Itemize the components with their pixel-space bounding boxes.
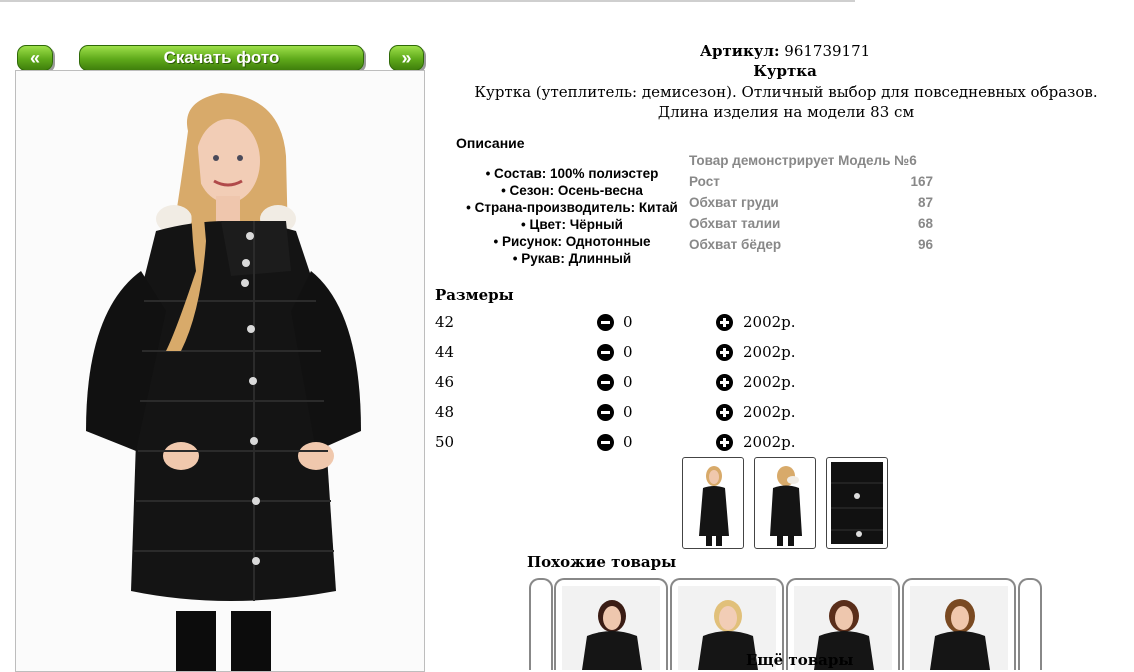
article-line: Артикул: 961739171 <box>690 42 880 60</box>
feature-item: Состав: 100% полиэстер <box>452 165 692 182</box>
model-row-label: Рост <box>689 174 720 189</box>
quantity-value: 0 <box>623 433 633 451</box>
thumbnail-image <box>770 466 802 546</box>
price-value: 2002р. <box>743 403 796 421</box>
plus-icon[interactable] <box>716 344 733 361</box>
price-value: 2002р. <box>743 313 796 331</box>
more-items-link[interactable]: Ещё товары <box>746 651 853 669</box>
similar-item[interactable] <box>554 578 668 670</box>
thumbnail-image <box>831 462 883 544</box>
product-description: Куртка (утеплитель: демисезон). Отличный… <box>474 83 1098 121</box>
model-row-value: 96 <box>917 237 933 252</box>
thumbnail-back[interactable] <box>754 457 816 549</box>
model-row-value: 87 <box>917 195 933 210</box>
feature-item: Цвет: Чёрный <box>452 216 692 233</box>
minus-icon[interactable] <box>597 314 614 331</box>
carousel-next[interactable] <box>1018 578 1042 670</box>
minus-icon[interactable] <box>597 434 614 451</box>
download-photo-button[interactable]: Скачать фото <box>79 45 364 71</box>
model-row-value: 68 <box>917 216 933 231</box>
model-row: Рост 167 <box>689 171 933 192</box>
price-value: 2002р. <box>743 433 796 451</box>
size-value: 50 <box>435 433 455 451</box>
thumbnail-image <box>699 466 729 546</box>
thumbnail-front[interactable] <box>682 457 744 549</box>
carousel-prev[interactable] <box>529 578 553 670</box>
plus-icon[interactable] <box>716 374 733 391</box>
model-jacket-image <box>16 71 424 671</box>
size-value: 48 <box>435 403 455 421</box>
quantity-value: 0 <box>623 373 633 391</box>
feature-item: Страна-производитель: Китай <box>452 199 692 216</box>
top-divider <box>0 0 855 2</box>
thumbnail-detail[interactable] <box>826 457 888 549</box>
model-params: Товар демонстрирует Модель №6 Рост 167 Об… <box>689 150 933 255</box>
features-list: Состав: 100% полиэстер Сезон: Осень-весн… <box>452 165 692 267</box>
model-row-value: 167 <box>910 174 933 189</box>
model-row: Обхват талии 68 <box>689 213 933 234</box>
feature-item: Рукав: Длинный <box>452 250 692 267</box>
feature-item: Сезон: Осень-весна <box>452 182 692 199</box>
main-product-photo[interactable] <box>15 70 425 672</box>
model-row-label: Обхват талии <box>689 216 781 231</box>
size-value: 42 <box>435 313 455 331</box>
size-value: 46 <box>435 373 455 391</box>
model-row: Обхват груди 87 <box>689 192 933 213</box>
quantity-value: 0 <box>623 343 633 361</box>
quantity-value: 0 <box>623 403 633 421</box>
size-value: 44 <box>435 343 455 361</box>
sizes-heading: Размеры <box>435 286 514 304</box>
similar-item[interactable] <box>902 578 1016 670</box>
price-value: 2002р. <box>743 373 796 391</box>
model-row-label: Обхват груди <box>689 195 779 210</box>
product-title: Куртка <box>753 62 817 80</box>
article-label: Артикул: <box>699 42 780 60</box>
model-row: Обхват бёдер 96 <box>689 234 933 255</box>
plus-icon[interactable] <box>716 314 733 331</box>
model-row-label: Обхват бёдер <box>689 237 782 252</box>
feature-item: Рисунок: Однотонные <box>452 233 692 250</box>
minus-icon[interactable] <box>597 344 614 361</box>
similar-item-photo <box>910 586 1008 670</box>
description-heading: Описание <box>456 135 525 151</box>
quantity-value: 0 <box>623 313 633 331</box>
similar-heading: Похожие товары <box>527 553 677 571</box>
prev-photo-button[interactable]: « <box>17 45 53 71</box>
price-value: 2002р. <box>743 343 796 361</box>
size-row: 48 0 2002р. <box>435 403 796 433</box>
article-value: 961739171 <box>784 42 871 60</box>
plus-icon[interactable] <box>716 434 733 451</box>
similar-item-photo <box>562 586 660 670</box>
size-row: 42 0 2002р. <box>435 313 796 343</box>
next-photo-button[interactable]: » <box>389 45 424 71</box>
size-row: 46 0 2002р. <box>435 373 796 403</box>
size-row: 44 0 2002р. <box>435 343 796 373</box>
plus-icon[interactable] <box>716 404 733 421</box>
minus-icon[interactable] <box>597 404 614 421</box>
minus-icon[interactable] <box>597 374 614 391</box>
model-heading: Товар демонстрирует Модель №6 <box>689 153 917 168</box>
